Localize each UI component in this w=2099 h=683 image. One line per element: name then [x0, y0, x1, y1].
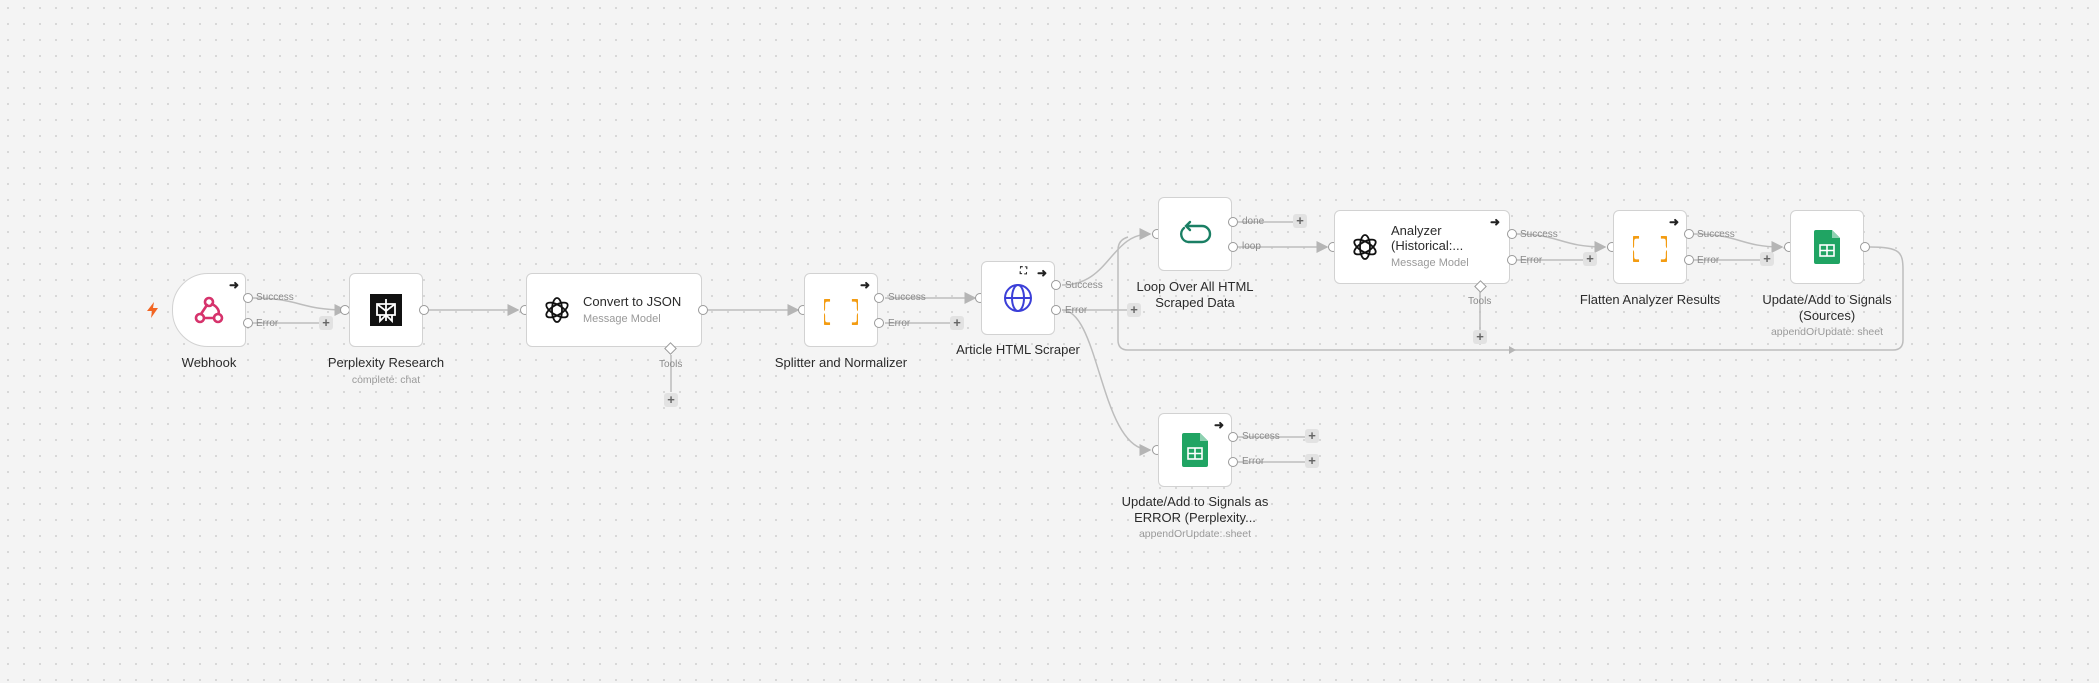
node-label: Splitter and Normalizer: [774, 355, 908, 370]
flatten-success-port[interactable]: [1684, 229, 1694, 239]
add-node-button[interactable]: +: [1305, 454, 1319, 468]
port-label: Error: [888, 318, 911, 329]
port-label: Error: [1697, 255, 1720, 266]
flatten-error-port[interactable]: [1684, 255, 1694, 265]
error-sheet-error-port[interactable]: [1228, 457, 1238, 467]
webhook-icon: [192, 293, 226, 327]
port-label: done: [1242, 216, 1265, 227]
expand-icon[interactable]: ⛶: [1020, 266, 1027, 277]
code-braces-icon: { }: [1633, 232, 1667, 262]
sources-output-port[interactable]: [1860, 242, 1870, 252]
convert-json-node[interactable]: Convert to JSON Message Model: [526, 273, 702, 347]
loop-loop-port[interactable]: [1228, 242, 1238, 252]
port-label: Success: [1242, 431, 1280, 442]
perplexity-icon: [370, 294, 402, 326]
port-label: loop: [1242, 241, 1261, 252]
trigger-bolt-icon: [146, 302, 160, 323]
update-sources-node[interactable]: [1790, 210, 1864, 284]
port-label: Error: [1242, 456, 1265, 467]
run-arrow-icon[interactable]: ➜: [1037, 266, 1047, 280]
port-label: Error: [1065, 305, 1088, 316]
node-label: Article HTML Scraper: [956, 342, 1080, 357]
scraper-success-port[interactable]: [1051, 280, 1061, 290]
port-label: Error: [256, 318, 279, 329]
loop-done-port[interactable]: [1228, 217, 1238, 227]
port-label: Success: [256, 292, 294, 303]
analyzer-success-port[interactable]: [1507, 229, 1517, 239]
node-title: Convert to JSON: [583, 293, 682, 309]
convert-output-port[interactable]: [698, 305, 708, 315]
splitter-error-port[interactable]: [874, 318, 884, 328]
add-node-button[interactable]: +: [1760, 252, 1774, 266]
port-label: Error: [1520, 255, 1543, 266]
openai-icon: [1349, 231, 1381, 263]
loop-node[interactable]: [1158, 197, 1232, 271]
svg-text:{ }: { }: [1633, 234, 1667, 262]
node-label: Flatten Analyzer Results: [1579, 292, 1721, 307]
node-subtitle: Message Model: [1391, 257, 1469, 270]
wire-scraper-loop: [1061, 228, 1152, 286]
webhook-error-port[interactable]: [243, 318, 253, 328]
analyzer-error-port[interactable]: [1507, 255, 1517, 265]
analyzer-node[interactable]: Analyzer (Historical:... Message Model: [1334, 210, 1510, 284]
add-node-button[interactable]: +: [319, 316, 333, 330]
run-arrow-icon[interactable]: ➜: [1669, 215, 1679, 229]
node-label: Loop Over All HTML Scraped Data: [1136, 279, 1254, 310]
add-node-button[interactable]: +: [1583, 252, 1597, 266]
perplexity-node[interactable]: [349, 273, 423, 347]
tools-label: Tools: [1468, 296, 1492, 307]
google-sheets-icon: [1182, 433, 1208, 467]
add-node-button[interactable]: +: [1293, 214, 1307, 228]
node-subtitle: appendOrUpdate: sheet: [1138, 528, 1252, 540]
run-arrow-icon[interactable]: ➜: [229, 278, 239, 292]
run-arrow-icon[interactable]: ➜: [860, 278, 870, 292]
add-tool-button[interactable]: +: [664, 393, 678, 407]
add-tool-button[interactable]: +: [1473, 330, 1487, 344]
run-arrow-icon[interactable]: ➜: [1490, 215, 1500, 229]
port-label: Success: [1520, 229, 1558, 240]
perplexity-output-port[interactable]: [419, 305, 429, 315]
node-title: Analyzer (Historical:...: [1391, 223, 1464, 254]
code-braces-icon: { }: [824, 295, 858, 325]
error-sheet-success-port[interactable]: [1228, 432, 1238, 442]
webhook-success-port[interactable]: [243, 293, 253, 303]
node-label: Update/Add to Signals as ERROR (Perplexit…: [1121, 494, 1269, 525]
port-label: Success: [1065, 280, 1103, 291]
tools-label: Tools: [659, 359, 683, 370]
svg-text:{ }: { }: [824, 297, 858, 325]
google-sheets-icon: [1814, 230, 1840, 264]
node-subtitle: appendOrUpdate: sheet: [1770, 326, 1884, 338]
node-label: Webhook: [181, 355, 237, 370]
node-subtitle: Message Model: [583, 312, 661, 325]
run-arrow-icon[interactable]: ➜: [1214, 418, 1224, 432]
add-node-button[interactable]: +: [950, 316, 964, 330]
scraper-error-port[interactable]: [1051, 305, 1061, 315]
globe-icon: [1002, 282, 1034, 314]
node-label: Perplexity Research: [327, 355, 445, 370]
node-subtitle: complete: chat: [351, 374, 421, 386]
port-label: Success: [1697, 229, 1735, 240]
port-label: Success: [888, 292, 926, 303]
openai-icon: [541, 294, 573, 326]
splitter-success-port[interactable]: [874, 293, 884, 303]
loop-icon: [1178, 220, 1212, 248]
add-node-button[interactable]: +: [1305, 429, 1319, 443]
node-label: Update/Add to Signals (Sources): [1762, 292, 1892, 323]
wire-scraper-error-to-sheet: [1061, 309, 1152, 456]
